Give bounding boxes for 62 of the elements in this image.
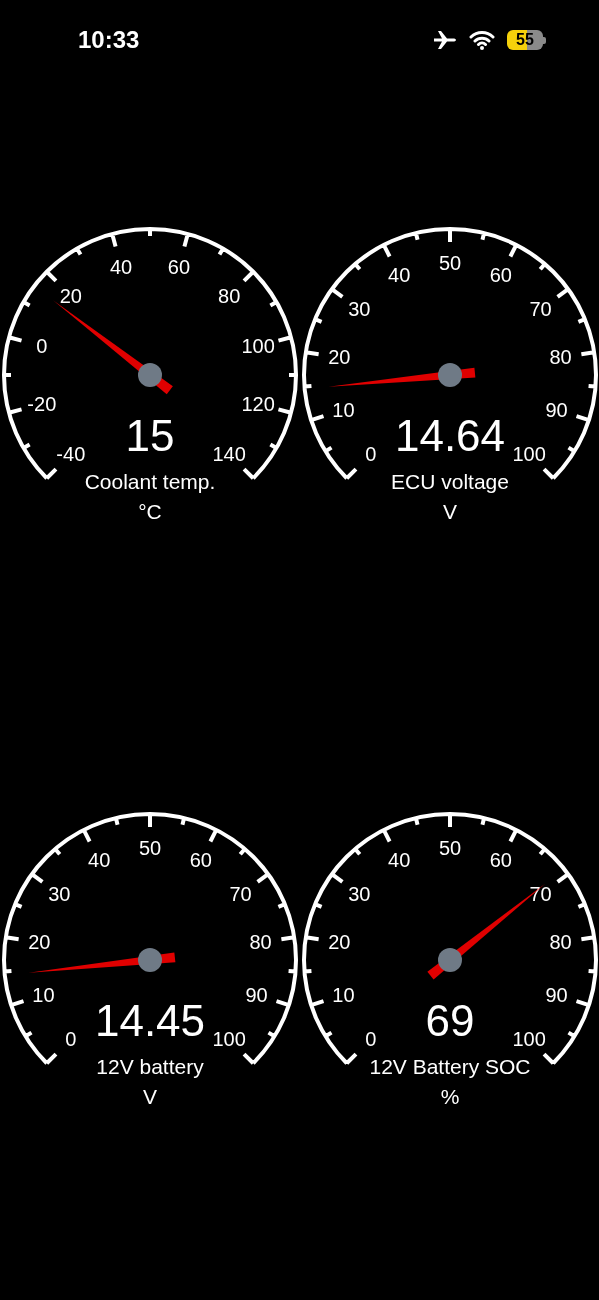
clock-time: 10:33: [78, 26, 141, 54]
scale-label: 60: [189, 849, 212, 872]
scale-label: 0: [65, 1028, 77, 1051]
needle-hub: [138, 948, 162, 972]
scale-label: -40: [56, 443, 86, 466]
scale-label: 50: [438, 837, 462, 859]
gauge-unit: V: [443, 499, 457, 523]
needle-hub: [138, 363, 162, 387]
scale-label: 0: [365, 443, 377, 466]
scale-label: 0: [36, 335, 48, 357]
gauge-unit: °C: [138, 499, 162, 523]
gauge-unit: %: [440, 1084, 460, 1108]
scale-label: 100: [512, 1028, 546, 1051]
needle-hub: [438, 948, 462, 972]
wifi-icon: [469, 30, 495, 50]
scale-label: 60: [489, 264, 512, 287]
scale-label: 80: [218, 284, 241, 307]
gauge-value: 69: [425, 995, 475, 1045]
scale-label: 90: [545, 983, 568, 1006]
scale-label: 20: [59, 284, 82, 307]
needle-hub: [438, 363, 462, 387]
scale-label: 100: [212, 1028, 246, 1051]
gauge-title: 12V battery: [96, 1054, 204, 1078]
scale-label: 40: [388, 849, 411, 872]
scale-label: 10: [32, 983, 55, 1006]
gauge-unit: V: [143, 1084, 157, 1108]
scale-label: 60: [489, 849, 512, 872]
scale-label: 90: [545, 398, 568, 421]
scale-label: 140: [212, 443, 246, 466]
scale-label: 20: [28, 931, 51, 954]
scale-label: 10: [332, 983, 355, 1006]
scale-label: 70: [529, 298, 552, 321]
scale-label: 70: [529, 883, 552, 906]
gauge-title: 12V Battery SOC: [369, 1054, 531, 1078]
scale-label: 100: [512, 443, 546, 466]
scale-label: 50: [438, 252, 462, 274]
scale-label: 100: [241, 335, 275, 357]
scale-label: 20: [328, 346, 351, 369]
scale-label: 30: [48, 883, 71, 906]
scale-label: 60: [167, 255, 191, 278]
gauge-title: Coolant temp.: [84, 469, 216, 493]
scale-label: 70: [229, 883, 252, 906]
scale-label: 10: [332, 398, 355, 421]
gauge-title: ECU voltage: [391, 469, 509, 493]
scale-label: 80: [549, 346, 572, 369]
scale-label: 40: [388, 264, 411, 287]
gauge-value: 15: [125, 410, 175, 460]
scale-label: 40: [88, 849, 111, 872]
gauge-value: 14.64: [394, 410, 506, 460]
scale-label: 120: [241, 393, 275, 415]
gauge-value: 14.45: [94, 995, 206, 1045]
scale-label: 90: [245, 983, 268, 1006]
scale-label: 80: [249, 931, 272, 954]
scale-label: -20: [27, 393, 57, 415]
scale-label: 30: [348, 883, 371, 906]
scale-label: 40: [109, 255, 133, 278]
airplane-icon: [433, 30, 457, 50]
scale-label: 80: [549, 931, 572, 954]
scale-label: 20: [328, 931, 351, 954]
scale-label: 30: [348, 298, 371, 321]
scale-label: 0: [365, 1028, 377, 1051]
scale-label: 50: [138, 837, 162, 859]
